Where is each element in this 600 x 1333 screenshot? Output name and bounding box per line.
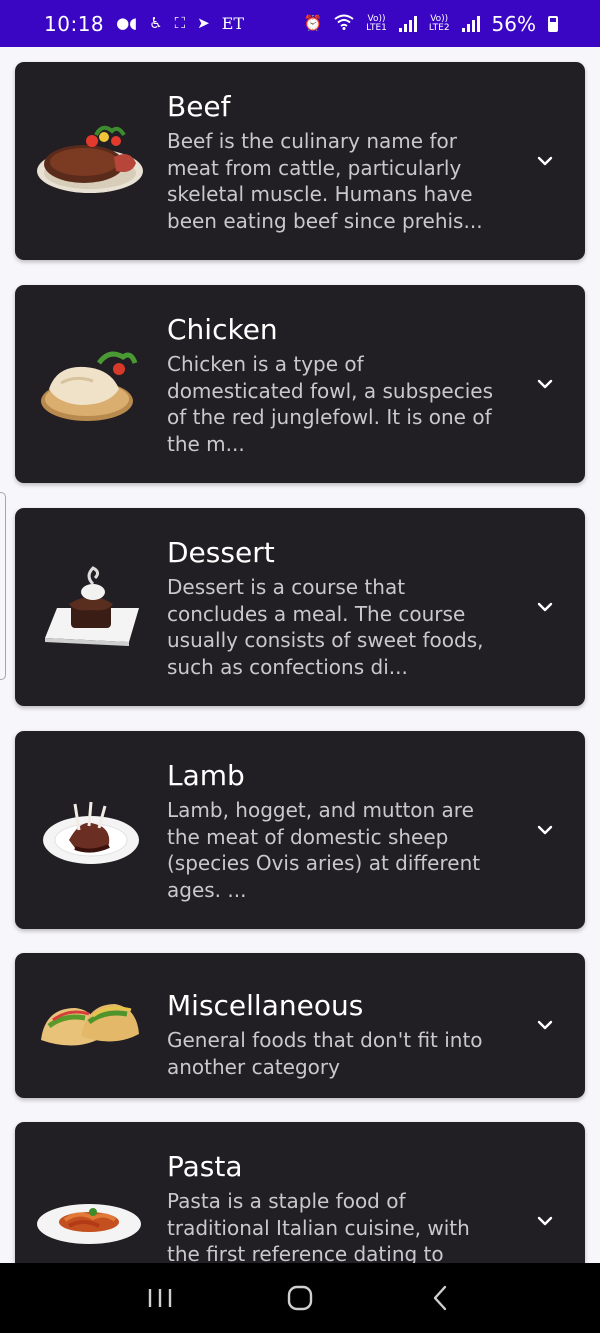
chevron-down-icon[interactable] <box>535 1015 555 1035</box>
network-2-type: LTE2 <box>428 22 450 33</box>
status-right: ⏰ Vo)) LTE1 Vo)) LTE2 56% <box>303 12 558 36</box>
category-card-pasta[interactable]: Pasta Pasta is a staple food of traditio… <box>15 1122 585 1263</box>
home-icon <box>287 1285 313 1311</box>
category-card-beef[interactable]: Beef Beef is the culinary name for meat … <box>15 62 585 260</box>
category-text: Pasta Pasta is a staple food of traditio… <box>167 1149 497 1263</box>
chevron-down-icon[interactable] <box>535 820 555 840</box>
status-left: 10:18 ●◖ ♿ ⛶ ➤ ET <box>44 12 244 36</box>
chevron-down-icon[interactable] <box>535 1211 555 1231</box>
category-description: Lamb, hogget, and mutton are the meat of… <box>167 798 481 902</box>
category-description: General foods that don't fit into anothe… <box>167 1028 483 1079</box>
wifi-icon <box>334 14 354 33</box>
category-image-dessert <box>25 552 155 662</box>
chevron-down-icon[interactable] <box>535 151 555 171</box>
recents-button[interactable] <box>135 1278 185 1318</box>
category-title: Miscellaneous <box>167 989 364 1022</box>
back-icon <box>433 1285 447 1311</box>
category-image-miscellaneous <box>25 971 155 1081</box>
category-description: Beef is the culinary name for meat from … <box>167 129 483 233</box>
category-text: Dessert Dessert is a course that conclud… <box>167 535 497 680</box>
category-title: Beef <box>167 90 231 123</box>
category-card-dessert[interactable]: Dessert Dessert is a course that conclud… <box>15 508 585 706</box>
status-time: 10:18 <box>44 11 105 36</box>
telegram-icon: ➤ <box>197 14 210 32</box>
category-text: Beef Beef is the culinary name for meat … <box>167 89 497 234</box>
category-image-pasta <box>25 1166 155 1263</box>
category-card-chicken[interactable]: Chicken Chicken is a type of domesticate… <box>15 285 585 483</box>
battery-icon <box>548 15 558 32</box>
category-image-lamb <box>25 775 155 885</box>
category-text: Miscellaneous General foods that don't f… <box>167 988 497 1080</box>
category-image-beef <box>25 106 155 216</box>
recents-icon <box>148 1289 172 1307</box>
status-bar: 10:18 ●◖ ♿ ⛶ ➤ ET ⏰ Vo)) LTE1 Vo)) LTE2 … <box>0 0 600 47</box>
navigation-bar <box>0 1263 600 1333</box>
alarm-icon: ⏰ <box>303 14 323 32</box>
chevron-down-icon[interactable] <box>535 597 555 617</box>
home-button[interactable] <box>275 1278 325 1318</box>
category-description: Dessert is a course that concludes a mea… <box>167 575 484 679</box>
category-title: Chicken <box>167 313 278 346</box>
back-button[interactable] <box>415 1278 465 1318</box>
edge-panel-handle[interactable] <box>0 492 6 680</box>
category-description: Chicken is a type of domesticated fowl, … <box>167 352 493 456</box>
carrier-tag: ET <box>221 13 245 33</box>
network-1-type: LTE1 <box>366 22 387 33</box>
category-title: Pasta <box>167 1150 243 1183</box>
chevron-down-icon[interactable] <box>535 374 555 394</box>
category-card-lamb[interactable]: Lamb Lamb, hogget, and mutton are the me… <box>15 731 585 929</box>
battery-percent: 56% <box>491 11 536 36</box>
category-list[interactable]: Beef Beef is the culinary name for meat … <box>0 47 600 1263</box>
screenshot-icon: ⛶ <box>174 14 186 32</box>
category-title: Dessert <box>167 536 275 569</box>
category-title: Lamb <box>167 759 245 792</box>
network-2: Vo)) LTE2 <box>428 14 450 33</box>
category-card-miscellaneous[interactable]: Miscellaneous General foods that don't f… <box>15 953 585 1098</box>
signal-2-icon <box>461 15 480 32</box>
signal-1-icon <box>398 15 417 32</box>
network-1: Vo)) LTE1 <box>366 14 387 33</box>
category-description: Pasta is a staple food of traditional It… <box>167 1189 470 1263</box>
category-text: Chicken Chicken is a type of domesticate… <box>167 312 497 457</box>
media-icon: ●◖ <box>116 14 138 32</box>
accessibility-icon: ♿ <box>149 14 163 32</box>
category-text: Lamb Lamb, hogget, and mutton are the me… <box>167 758 497 903</box>
category-image-chicken <box>25 329 155 439</box>
